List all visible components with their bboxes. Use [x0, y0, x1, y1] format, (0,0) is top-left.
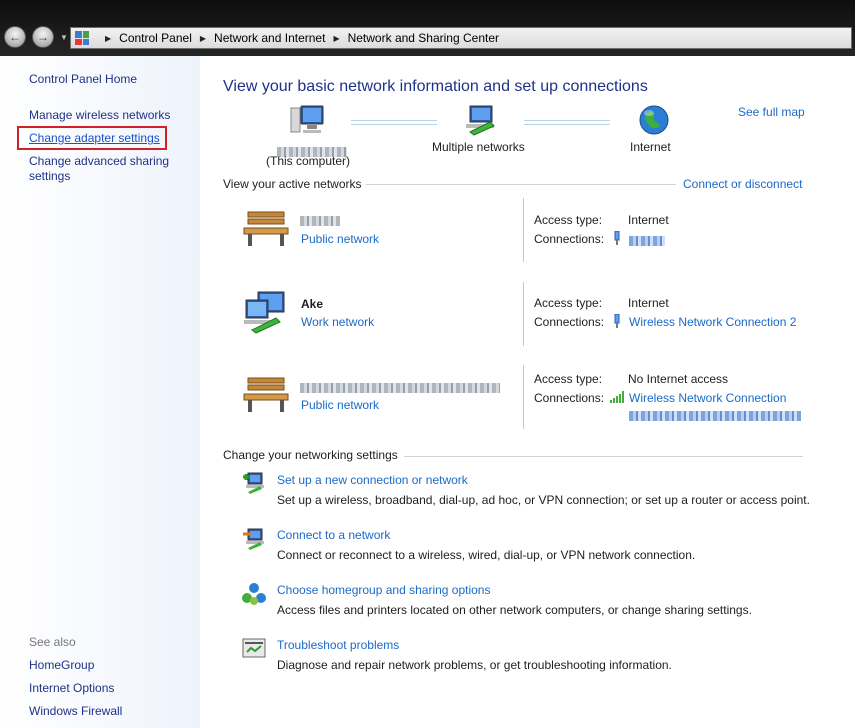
active-networks-heading: View your active networks: [223, 177, 362, 191]
breadcrumb-chevron-icon[interactable]: ▶: [333, 34, 339, 43]
public-network-bench-icon[interactable]: [242, 376, 290, 414]
network-2-access-value: Internet: [628, 296, 669, 310]
sidebar-change-advanced-sharing-settings[interactable]: Change advanced sharing settings: [29, 154, 179, 184]
forward-button[interactable]: →: [32, 26, 54, 48]
map-link-line: [351, 120, 437, 125]
sidebar-change-adapter-settings[interactable]: Change adapter settings: [29, 131, 160, 146]
homegroup-icon: [242, 583, 266, 605]
troubleshoot-problems-desc: Diagnose and repair network problems, or…: [277, 658, 672, 672]
sidebar-manage-wireless-networks[interactable]: Manage wireless networks: [29, 108, 170, 123]
breadcrumb-network-and-internet[interactable]: Network and Internet: [214, 31, 325, 45]
network-3-connection-link[interactable]: Wireless Network Connection: [629, 391, 786, 405]
see-also-windows-firewall[interactable]: Windows Firewall: [29, 704, 122, 719]
ethernet-plug-icon: [614, 231, 620, 245]
network-3-access-label: Access type:: [534, 372, 603, 386]
network-1-connections-label: Connections:: [534, 232, 605, 246]
divider: [523, 282, 524, 346]
wireless-signal-icon: [610, 391, 624, 403]
settings-heading: Change your networking settings: [223, 448, 398, 462]
divider: [404, 456, 803, 457]
network-2-category-link[interactable]: Work network: [301, 315, 374, 329]
network-3-access-value: No Internet access: [628, 372, 729, 386]
computer-icon: [290, 105, 324, 133]
recent-pages-chevron-icon[interactable]: ▼: [60, 33, 68, 42]
back-arrow-icon: ←: [9, 30, 21, 44]
connect-to-network-icon: [243, 528, 264, 550]
network-3-connection-link-blurred[interactable]: [629, 408, 801, 422]
back-button[interactable]: ←: [4, 26, 26, 48]
sidebar: Control Panel Home Manage wireless netwo…: [0, 56, 200, 728]
work-network-icon[interactable]: [242, 290, 290, 334]
network-1-access-label: Access type:: [534, 213, 603, 227]
see-full-map-link[interactable]: See full map: [738, 105, 805, 119]
divider: [523, 365, 524, 429]
divider: [366, 184, 676, 185]
page-title: View your basic network information and …: [223, 78, 648, 95]
connect-or-disconnect-link[interactable]: Connect or disconnect: [683, 177, 802, 191]
public-network-bench-icon[interactable]: [242, 210, 290, 248]
homegroup-sharing-link[interactable]: Choose homegroup and sharing options: [277, 583, 490, 597]
breadcrumb-chevron-icon[interactable]: ▶: [105, 34, 111, 43]
see-also-internet-options[interactable]: Internet Options: [29, 681, 114, 696]
ethernet-plug-icon: [614, 314, 620, 328]
control-panel-icon: [75, 31, 89, 45]
network-1-category-link[interactable]: Public network: [301, 232, 379, 246]
explorer-toolbar: ← → ▼ ▶ Control Panel ▶ Network and Inte…: [0, 0, 855, 56]
see-also-heading: See also: [29, 635, 76, 649]
setup-new-connection-desc: Set up a wireless, broadband, dial-up, a…: [277, 493, 810, 507]
network-1-connection-link-blurred[interactable]: [629, 233, 665, 247]
network-3-name-blurred: [300, 380, 500, 394]
connect-to-network-link[interactable]: Connect to a network: [277, 528, 390, 542]
network-3-category-link[interactable]: Public network: [301, 398, 379, 412]
network-3-connections-label: Connections:: [534, 391, 605, 405]
troubleshoot-problems-link[interactable]: Troubleshoot problems: [277, 638, 399, 652]
setup-new-connection-link[interactable]: Set up a new connection or network: [277, 473, 468, 487]
network-1-name-blurred: [300, 213, 340, 227]
breadcrumb-network-and-sharing-center[interactable]: Network and Sharing Center: [348, 31, 499, 45]
homegroup-sharing-desc: Access files and printers located on oth…: [277, 603, 752, 617]
divider: [523, 198, 524, 262]
breadcrumb-control-panel[interactable]: Control Panel: [119, 31, 192, 45]
map-link-line: [524, 120, 610, 125]
multiple-networks-icon: [466, 105, 495, 136]
multiple-networks-label: Multiple networks: [432, 140, 525, 154]
breadcrumb-chevron-icon[interactable]: ▶: [200, 34, 206, 43]
network-2-connections-label: Connections:: [534, 315, 605, 329]
troubleshoot-icon: [242, 638, 266, 658]
address-bar[interactable]: ▶ Control Panel ▶ Network and Internet ▶…: [70, 27, 852, 49]
sidebar-control-panel-home[interactable]: Control Panel Home: [29, 72, 137, 87]
see-also-homegroup[interactable]: HomeGroup: [29, 658, 94, 673]
network-1-access-value: Internet: [628, 213, 669, 227]
this-computer-caption: (This computer): [266, 154, 351, 168]
main-content: View your basic network information and …: [200, 56, 855, 728]
network-2-name: Ake: [301, 297, 324, 311]
forward-arrow-icon: →: [37, 30, 49, 44]
network-2-access-label: Access type:: [534, 296, 603, 310]
internet-globe-icon: [639, 105, 669, 135]
network-2-connection-link[interactable]: Wireless Network Connection 2: [629, 315, 796, 329]
internet-label: Internet: [630, 140, 671, 154]
connect-to-network-desc: Connect or reconnect to a wireless, wire…: [277, 548, 696, 562]
new-connection-icon: [243, 472, 264, 494]
